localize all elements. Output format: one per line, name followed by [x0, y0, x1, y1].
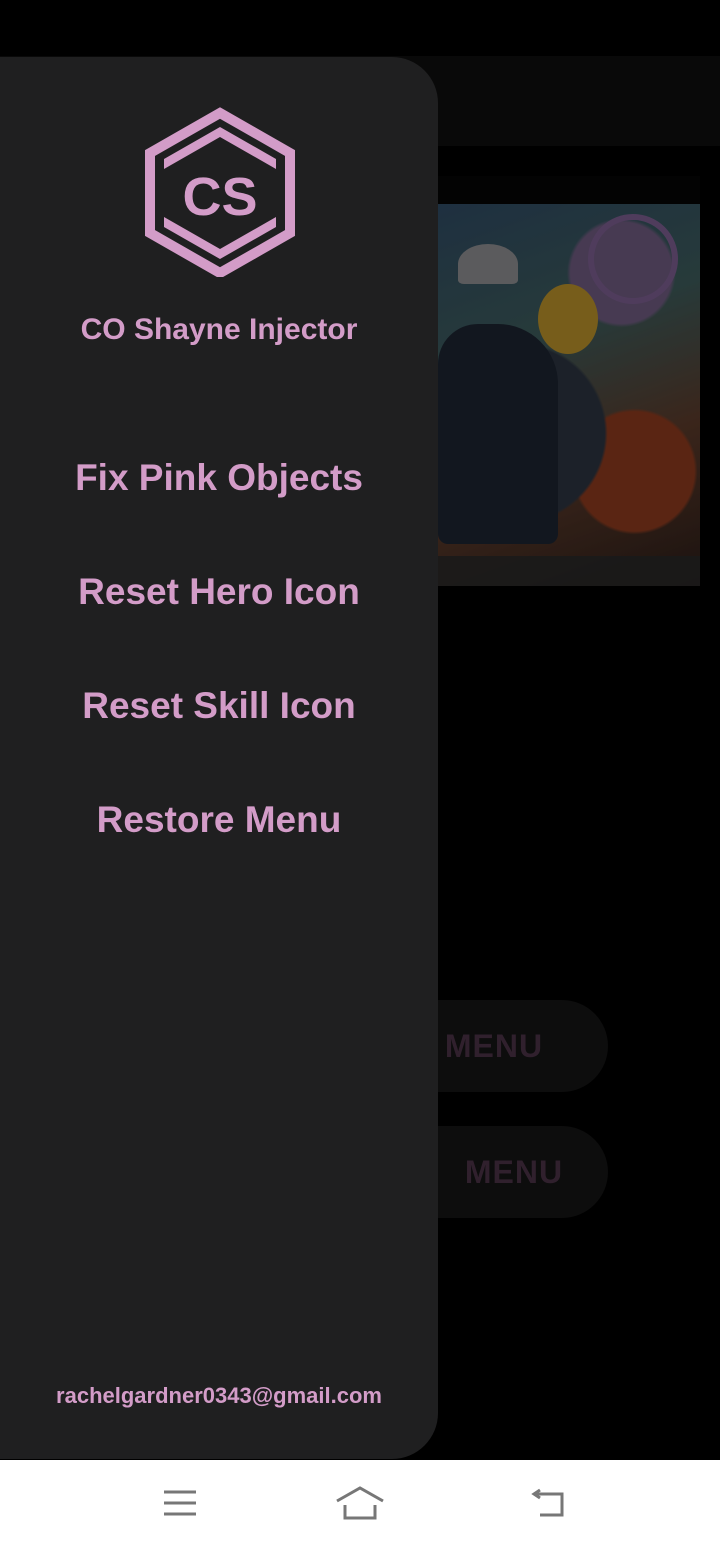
status-bar [0, 0, 720, 56]
drawer-item-restore-menu[interactable]: Restore Menu [0, 799, 438, 841]
menu-icon[interactable] [150, 1478, 210, 1528]
app-logo: CS [144, 107, 296, 279]
contact-email[interactable]: rachelgardner0343@gmail.com [0, 1383, 438, 1409]
drawer-item-reset-hero-icon[interactable]: Reset Hero Icon [0, 571, 438, 613]
drawer-item-fix-pink-objects[interactable]: Fix Pink Objects [0, 457, 438, 499]
svg-text:CS: CS [182, 167, 257, 227]
back-icon[interactable] [518, 1478, 578, 1528]
home-icon[interactable] [330, 1478, 390, 1528]
system-nav-bar [0, 1460, 720, 1544]
drawer-item-reset-skill-icon[interactable]: Reset Skill Icon [0, 685, 438, 727]
navigation-drawer: CS CO Shayne Injector Fix Pink Objects R… [0, 57, 438, 1459]
app-name: CO Shayne Injector [80, 313, 358, 346]
